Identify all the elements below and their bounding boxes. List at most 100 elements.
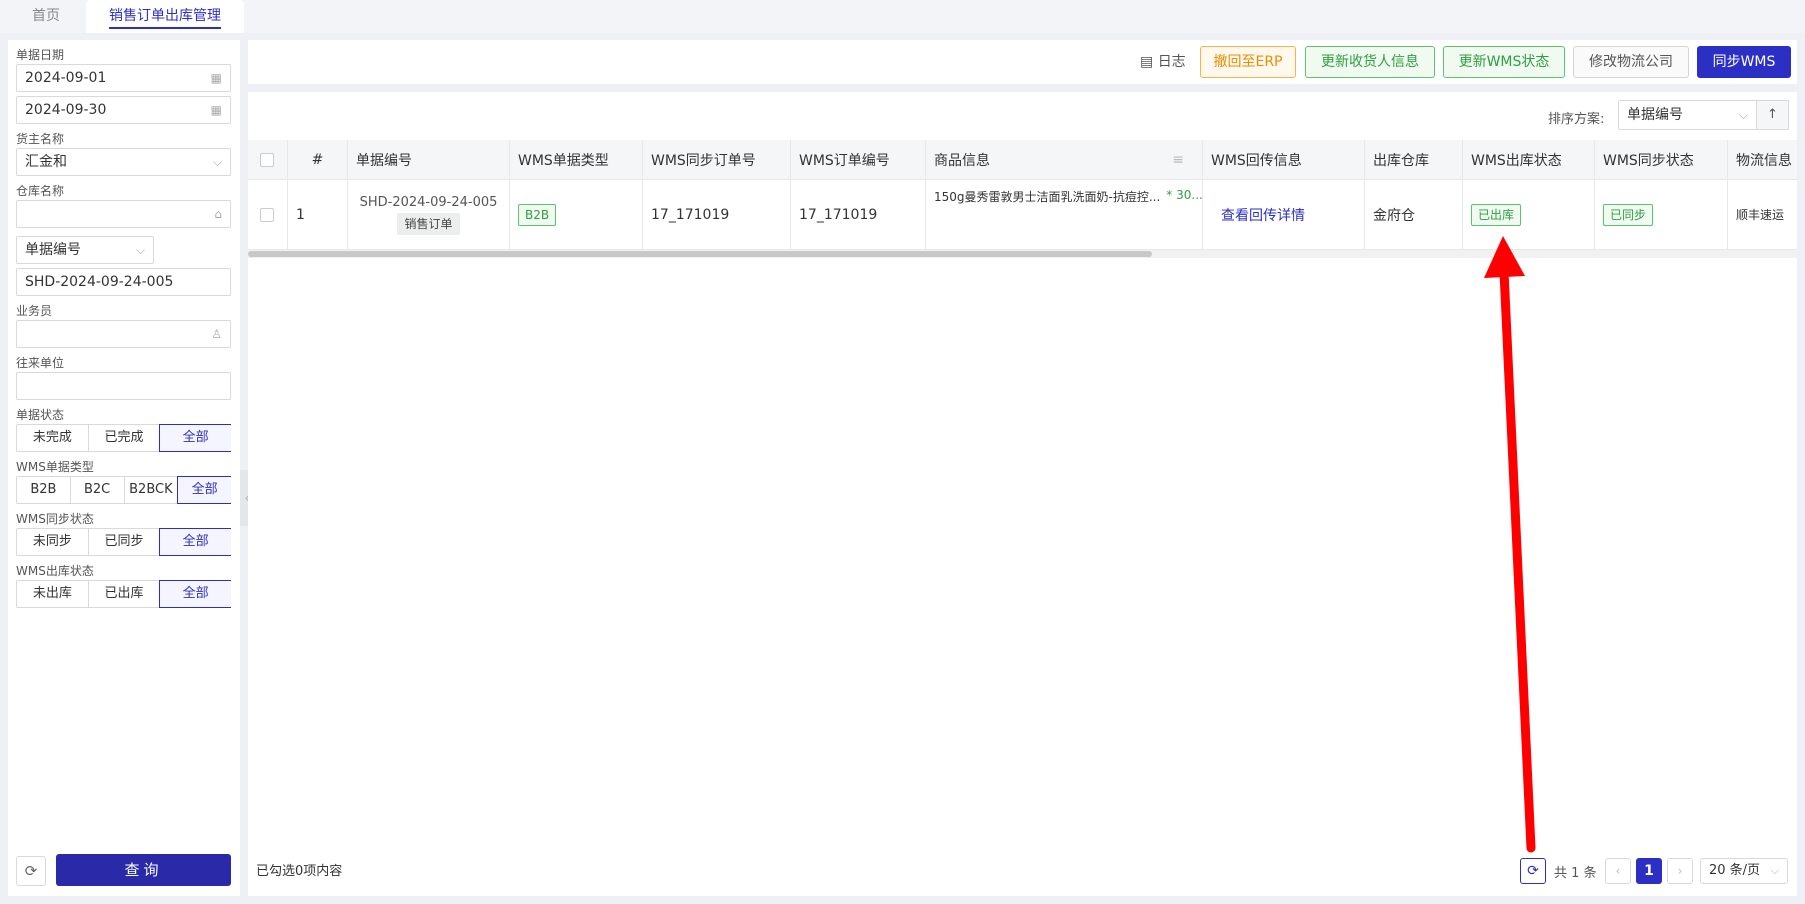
- wms-sync-option-unsynced[interactable]: 未同步: [17, 529, 89, 555]
- partner-label: 往来单位: [16, 356, 65, 370]
- sort-direction-button[interactable]: ↑: [1756, 100, 1789, 130]
- wms-type-option-b2b[interactable]: B2B: [17, 477, 71, 503]
- partner-input[interactable]: [16, 372, 231, 400]
- col-header-wms-sync-no[interactable]: WMS同步订单号: [643, 140, 791, 179]
- table-row[interactable]: 1 SHD-2024-09-24-005 销售订单 B2B 17_171019 …: [248, 180, 1797, 250]
- horizontal-scrollbar[interactable]: [248, 250, 1797, 258]
- wms-order-no-cell: 17_171019: [791, 180, 926, 249]
- date-from-input[interactable]: 2024-09-01 ▦: [16, 64, 231, 92]
- date-to-input[interactable]: 2024-09-30 ▦: [16, 96, 231, 124]
- tab-sales-outbound[interactable]: 销售订单出库管理: [86, 0, 244, 33]
- wms-out-option-not-shipped[interactable]: 未出库: [17, 581, 89, 607]
- calendar-icon: ▦: [210, 71, 222, 85]
- col-header-callback[interactable]: WMS回传信息: [1203, 140, 1365, 179]
- update-wms-status-button[interactable]: 更新WMS状态: [1443, 46, 1565, 78]
- user-icon: ♙: [211, 327, 222, 341]
- doc-no-value: SHD-2024-09-24-005: [25, 274, 174, 290]
- select-all-checkbox[interactable]: [260, 152, 274, 167]
- main-panel: 排序方案: 单据编号 ⌵ ↑ # 单据编号 WMS单据类型 WMS同步订单号 WM…: [248, 92, 1797, 896]
- doc-no-input[interactable]: SHD-2024-09-24-005: [16, 268, 231, 296]
- tab-bar: 首页 销售订单出库管理: [0, 0, 1805, 33]
- chevron-down-icon: ⌵: [1738, 108, 1748, 122]
- wms-sync-no-cell: 17_171019: [643, 180, 791, 249]
- wms-type-option-b2bck[interactable]: B2BCK: [125, 477, 179, 503]
- wms-sync-option-all[interactable]: 全部: [159, 528, 232, 556]
- col-header-out-status[interactable]: WMS出库状态: [1463, 140, 1595, 179]
- doc-no-cell: SHD-2024-09-24-005 销售订单: [348, 180, 510, 249]
- log-button[interactable]: ▤ 日志: [1140, 40, 1186, 84]
- select-all-cell: [248, 140, 288, 179]
- pagination-refresh-button[interactable]: ⟳: [1520, 858, 1546, 884]
- col-header-product[interactable]: 商品信息 ≡: [926, 140, 1203, 179]
- callback-cell: 查看回传详情: [1203, 180, 1365, 249]
- doc-type-tag: 销售订单: [397, 212, 460, 235]
- sync-wms-button[interactable]: 同步WMS: [1697, 46, 1791, 78]
- chevron-right-icon: ›: [1677, 864, 1683, 878]
- wms-out-option-shipped[interactable]: 已出库: [89, 581, 161, 607]
- wms-type-label: WMS单据类型: [16, 460, 94, 474]
- update-receiver-button[interactable]: 更新收货人信息: [1305, 46, 1435, 78]
- chevron-left-icon: ‹: [1615, 864, 1621, 878]
- action-toolbar: ▤ 日志 撤回至ERP 更新收货人信息 更新WMS状态 修改物流公司 同步WMS: [248, 40, 1797, 84]
- col-header-product-label: 商品信息: [934, 152, 990, 169]
- product-text: 150g曼秀雷敦男士洁面乳洗面奶-抗痘控...: [934, 190, 1161, 204]
- row-select-cell: [248, 180, 288, 249]
- wms-out-label: WMS出库状态: [16, 564, 94, 578]
- view-callback-link[interactable]: 查看回传详情: [1221, 205, 1305, 225]
- tab-sales-outbound-label: 销售订单出库管理: [109, 8, 221, 29]
- wms-out-option-all[interactable]: 全部: [159, 580, 232, 608]
- out-status-cell: 已出库: [1463, 180, 1595, 249]
- owner-select[interactable]: 汇金和 ⌵: [16, 148, 231, 176]
- product-cell: 150g曼秀雷敦男士洁面乳洗面奶-抗痘控... * 30...: [926, 180, 1203, 249]
- wms-sync-segment: 未同步 已同步 全部: [16, 528, 232, 556]
- page-size-select[interactable]: 20 条/页 ⌵: [1700, 858, 1788, 884]
- status-option-incomplete[interactable]: 未完成: [17, 425, 89, 451]
- next-page-button[interactable]: ›: [1667, 858, 1693, 884]
- status-option-all[interactable]: 全部: [159, 424, 232, 452]
- wms-type-segment: B2B B2C B2BCK 全部: [16, 476, 231, 504]
- wms-type-option-all[interactable]: 全部: [177, 476, 231, 504]
- page-number-button[interactable]: 1: [1636, 858, 1662, 884]
- status-label: 单据状态: [16, 408, 65, 422]
- chevron-down-icon: ⌵: [1770, 864, 1779, 877]
- query-button[interactable]: 查询: [56, 854, 231, 886]
- col-header-logistics[interactable]: 物流信息: [1728, 140, 1797, 179]
- logistics-cell: 顺丰速运: [1736, 208, 1785, 222]
- salesman-input[interactable]: ♙: [16, 320, 231, 348]
- arrow-up-icon: ↑: [1767, 107, 1778, 122]
- pagination-total: 共 1 条: [1554, 866, 1597, 881]
- doc-field-select[interactable]: 单据编号 ⌵: [16, 236, 154, 264]
- col-header-index: #: [288, 140, 348, 179]
- tab-home[interactable]: 首页: [20, 0, 72, 33]
- sort-select[interactable]: 单据编号 ⌵: [1618, 100, 1757, 130]
- col-header-doc-no[interactable]: 单据编号: [348, 140, 510, 179]
- col-header-warehouse[interactable]: 出库仓库: [1365, 140, 1463, 179]
- warehouse-input[interactable]: ⌂: [16, 200, 231, 228]
- modify-logistics-button[interactable]: 修改物流公司: [1573, 46, 1689, 78]
- sort-value: 单据编号: [1627, 107, 1683, 123]
- status-segment: 未完成 已完成 全部: [16, 424, 232, 452]
- sort-label: 排序方案:: [1548, 112, 1605, 127]
- scrollbar-thumb[interactable]: [248, 251, 1152, 257]
- status-option-complete[interactable]: 已完成: [89, 425, 161, 451]
- owner-label: 货主名称: [16, 132, 65, 146]
- col-header-wms-type[interactable]: WMS单据类型: [510, 140, 643, 179]
- col-header-wms-order-no[interactable]: WMS订单编号: [791, 140, 926, 179]
- warehouse-label: 仓库名称: [16, 184, 65, 198]
- row-checkbox[interactable]: [260, 207, 274, 222]
- sync-status-tag: 已同步: [1603, 203, 1654, 226]
- col-header-sync-status[interactable]: WMS同步状态: [1595, 140, 1728, 179]
- wms-sync-option-synced[interactable]: 已同步: [89, 529, 161, 555]
- menu-icon[interactable]: ≡: [1172, 152, 1184, 168]
- revoke-erp-button[interactable]: 撤回至ERP: [1200, 46, 1296, 78]
- prev-page-button[interactable]: ‹: [1605, 858, 1631, 884]
- filter-sidebar: 单据日期 2024-09-01 ▦ 2024-09-30 ▦ 货主名称 汇金和 ⌵ 仓…: [8, 40, 240, 896]
- sync-status-cell: 已同步: [1595, 180, 1728, 249]
- wms-type-option-b2c[interactable]: B2C: [71, 477, 125, 503]
- log-label: 日志: [1157, 54, 1186, 70]
- date-from-value: 2024-09-01: [25, 70, 107, 86]
- reset-filters-button[interactable]: ⟳: [16, 856, 46, 886]
- refresh-icon: ⟳: [1527, 863, 1539, 879]
- refresh-icon: ⟳: [24, 862, 38, 880]
- owner-value: 汇金和: [25, 154, 67, 170]
